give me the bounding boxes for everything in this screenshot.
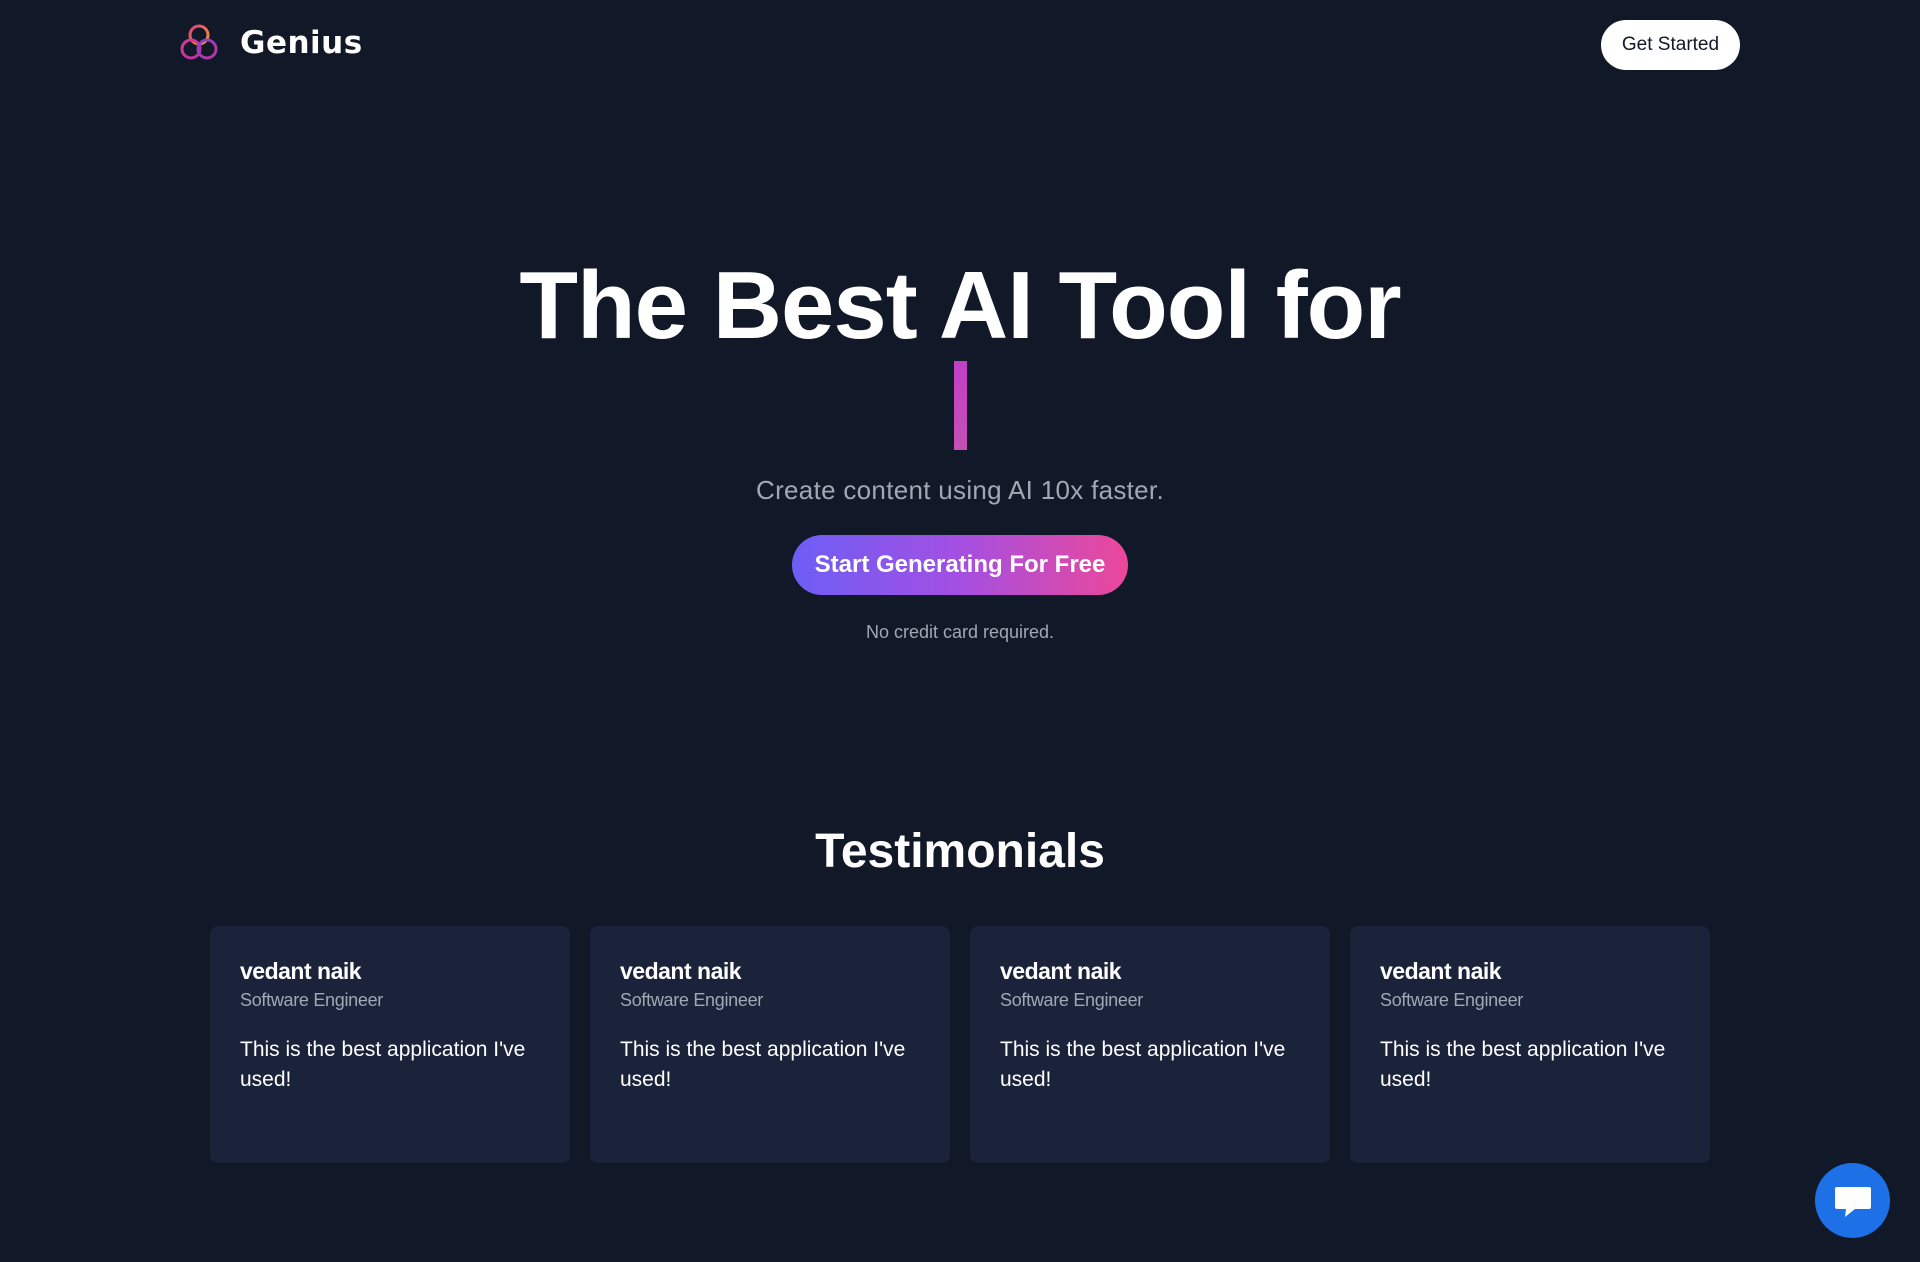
testimonial-card: vedant naik Software Engineer This is th… [1350,926,1710,1163]
testimonial-role: Software Engineer [1380,989,1523,1010]
testimonial-role: Software Engineer [1000,989,1143,1010]
navbar: Genius Get Started [0,0,1920,90]
start-generating-button[interactable]: Start Generating For Free [792,535,1128,595]
testimonial-role: Software Engineer [240,989,383,1010]
testimonial-card: vedant naik Software Engineer This is th… [590,926,950,1163]
three-rings-logo-icon [180,24,218,60]
testimonial-name: vedant naik [1000,958,1122,984]
hero-subtitle: Create content using AI 10x faster. [756,475,1164,505]
get-started-button[interactable]: Get Started [1601,20,1740,70]
chat-widget-button[interactable] [1815,1163,1890,1238]
testimonial-text: This is the best application I've used! [240,1038,526,1092]
testimonial-name: vedant naik [240,958,362,984]
testimonial-name: vedant naik [1380,958,1502,984]
testimonials-heading: Testimonials [815,825,1105,878]
hero-title: The Best AI Tool for [519,252,1401,359]
no-credit-card-note: No credit card required. [865,622,1055,642]
testimonial-text: This is the best application I've used! [620,1038,906,1092]
testimonial-name: vedant naik [620,958,742,984]
brand-name: Genius [240,25,363,61]
chat-bubble-icon [1834,1186,1871,1217]
testimonial-role: Software Engineer [620,989,763,1010]
testimonial-card: vedant naik Software Engineer This is th… [970,926,1330,1163]
testimonial-card: vedant naik Software Engineer This is th… [210,926,570,1163]
landing-page: Genius Get Started The Best AI Tool for … [0,0,1920,1262]
brand-link[interactable]: Genius [178,22,363,64]
testimonial-text: This is the best application I've used! [1000,1038,1286,1092]
testimonial-text: This is the best application I've used! [1380,1038,1666,1092]
typing-cursor [954,361,967,450]
